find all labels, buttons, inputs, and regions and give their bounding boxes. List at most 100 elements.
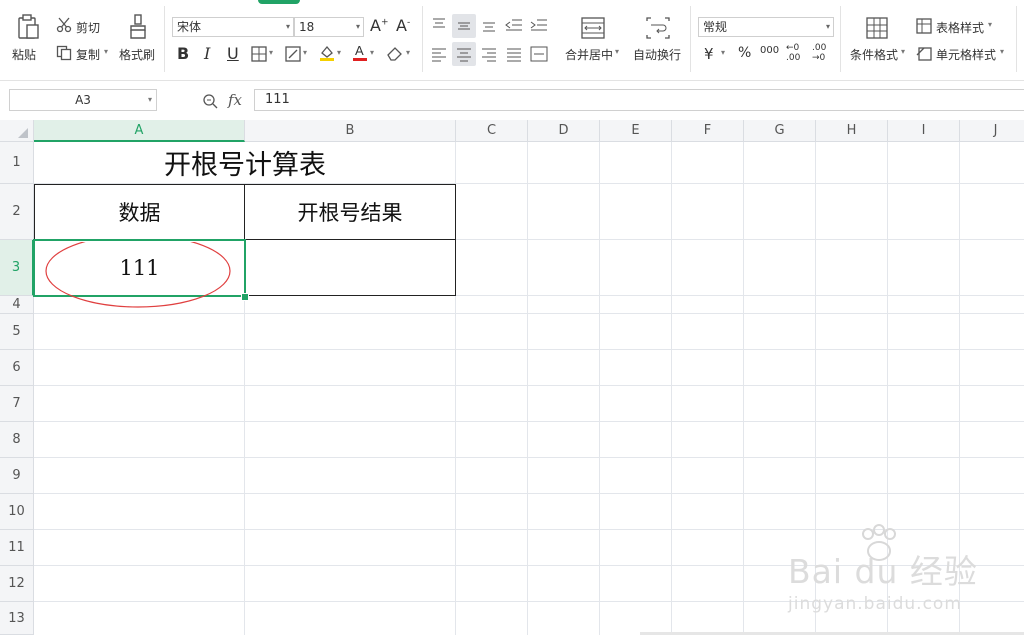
row-header-2[interactable]: 2 [0,184,34,240]
column-header-f[interactable]: F [672,120,744,142]
paw-icon [858,524,900,564]
distributed-icon[interactable] [530,45,548,63]
formula-input[interactable]: 111 [254,89,1024,111]
justify-icon[interactable] [506,46,522,62]
column-header-a[interactable]: A [34,120,245,142]
cell-style-button[interactable]: 单元格样式 [936,46,996,63]
font-size-value: 18 [299,20,315,34]
thousands-button[interactable]: 000 [760,45,779,56]
chevron-down-icon[interactable]: ▾ [370,48,374,57]
zoom-formula-icon[interactable] [202,93,218,109]
decrease-indent-icon[interactable] [505,17,523,33]
chevron-down-icon[interactable]: ▾ [988,20,992,29]
percent-button[interactable]: % [738,45,751,61]
fx-button[interactable]: fx [228,91,242,109]
gridline [34,457,1024,458]
row-header-1[interactable]: 1 [0,142,34,184]
wrap-text-button[interactable]: 自动换行 [633,46,681,63]
gridline [599,142,600,635]
chevron-down-icon[interactable]: ▾ [615,47,619,56]
name-box[interactable]: A3 ▾ [9,89,157,111]
column-header-e[interactable]: E [600,120,672,142]
decrease-decimal-button[interactable]: .00 →0 [812,43,832,63]
table-style-icon[interactable] [916,18,932,34]
cut-button[interactable]: 剪切 [76,19,100,36]
number-format-select[interactable]: 常规 ▾ [698,17,834,37]
row-header-9[interactable]: 9 [0,458,34,494]
font-color-icon[interactable]: A [352,43,368,62]
row-header-6[interactable]: 6 [0,350,34,386]
cell-b3[interactable] [244,239,456,296]
fill-color-icon[interactable] [318,44,336,62]
annotation-ellipse [44,242,234,312]
gridline [34,493,1024,494]
cell-a2[interactable]: 数据 [34,184,245,240]
copy-icon[interactable] [56,45,72,61]
chevron-down-icon[interactable]: ▾ [303,48,307,57]
fill-handle[interactable] [241,293,249,301]
row-header-13[interactable]: 13 [0,602,34,635]
merge-center-icon[interactable] [581,17,605,39]
row-header-11[interactable]: 11 [0,530,34,566]
svg-text:A: A [355,43,364,58]
column-header-i[interactable]: I [888,120,960,142]
merge-center-button[interactable]: 合并居中 [565,46,613,63]
chevron-down-icon[interactable]: ▾ [148,90,152,110]
scissors-icon[interactable] [56,17,72,33]
bold-button[interactable]: B [177,44,189,63]
chevron-down-icon[interactable]: ▾ [406,48,410,57]
eraser-icon[interactable] [386,45,404,61]
table-style-button[interactable]: 表格样式 [936,19,984,36]
cell-style-icon[interactable] [916,45,932,61]
row-header-5[interactable]: 5 [0,314,34,350]
row-header-12[interactable]: 12 [0,566,34,602]
column-header-g[interactable]: G [744,120,816,142]
align-middle-icon[interactable] [452,14,476,38]
cell-style-icon[interactable] [285,46,301,62]
increase-font-icon[interactable]: A+ [370,16,389,35]
decrease-font-icon[interactable]: A- [396,16,410,35]
divider [690,6,691,72]
underline-button[interactable]: U [227,44,239,63]
chevron-down-icon[interactable]: ▾ [1000,47,1004,56]
row-header-8[interactable]: 8 [0,422,34,458]
font-size-select[interactable]: 18 ▾ [294,17,364,37]
paste-icon[interactable] [16,14,40,40]
row-header-4[interactable]: 4 [0,296,34,314]
conditional-format-icon[interactable] [866,17,888,39]
copy-button[interactable]: 复制 [76,46,100,63]
cell-a1-title[interactable]: 开根号计算表 [35,142,455,183]
currency-button[interactable]: ¥ [704,45,714,63]
cell-b2[interactable]: 开根号结果 [244,184,456,240]
font-name-select[interactable]: 宋体 ▾ [172,17,294,37]
column-header-d[interactable]: D [528,120,600,142]
chevron-down-icon[interactable]: ▾ [721,48,725,57]
column-header-c[interactable]: C [456,120,528,142]
column-header-j[interactable]: J [960,120,1024,142]
align-center-icon[interactable] [452,42,476,66]
wrap-text-icon[interactable] [646,17,670,39]
format-painter-button[interactable]: 格式刷 [119,46,155,63]
formula-bar: A3 ▾ fx 111 [0,88,1024,116]
chevron-down-icon[interactable]: ▾ [269,48,273,57]
border-icon[interactable] [251,46,267,62]
row-header-10[interactable]: 10 [0,494,34,530]
align-top-icon[interactable] [431,17,447,33]
conditional-format-button[interactable]: 条件格式 [850,46,898,63]
select-all-corner[interactable] [0,120,34,142]
format-painter-icon[interactable] [128,14,148,40]
increase-indent-icon[interactable] [530,17,548,33]
chevron-down-icon[interactable]: ▾ [337,48,341,57]
copy-dropdown-icon[interactable]: ▾ [104,47,108,56]
align-bottom-icon[interactable] [481,17,497,33]
italic-button[interactable]: I [204,44,210,63]
align-left-icon[interactable] [431,46,447,62]
align-right-icon[interactable] [481,46,497,62]
paste-button[interactable]: 粘贴 [12,46,36,63]
chevron-down-icon[interactable]: ▾ [901,47,905,56]
column-header-b[interactable]: B [245,120,456,142]
increase-decimal-button[interactable]: ←0 .00 [786,43,806,63]
column-header-h[interactable]: H [816,120,888,142]
row-header-7[interactable]: 7 [0,386,34,422]
row-header-3[interactable]: 3 [0,240,34,296]
